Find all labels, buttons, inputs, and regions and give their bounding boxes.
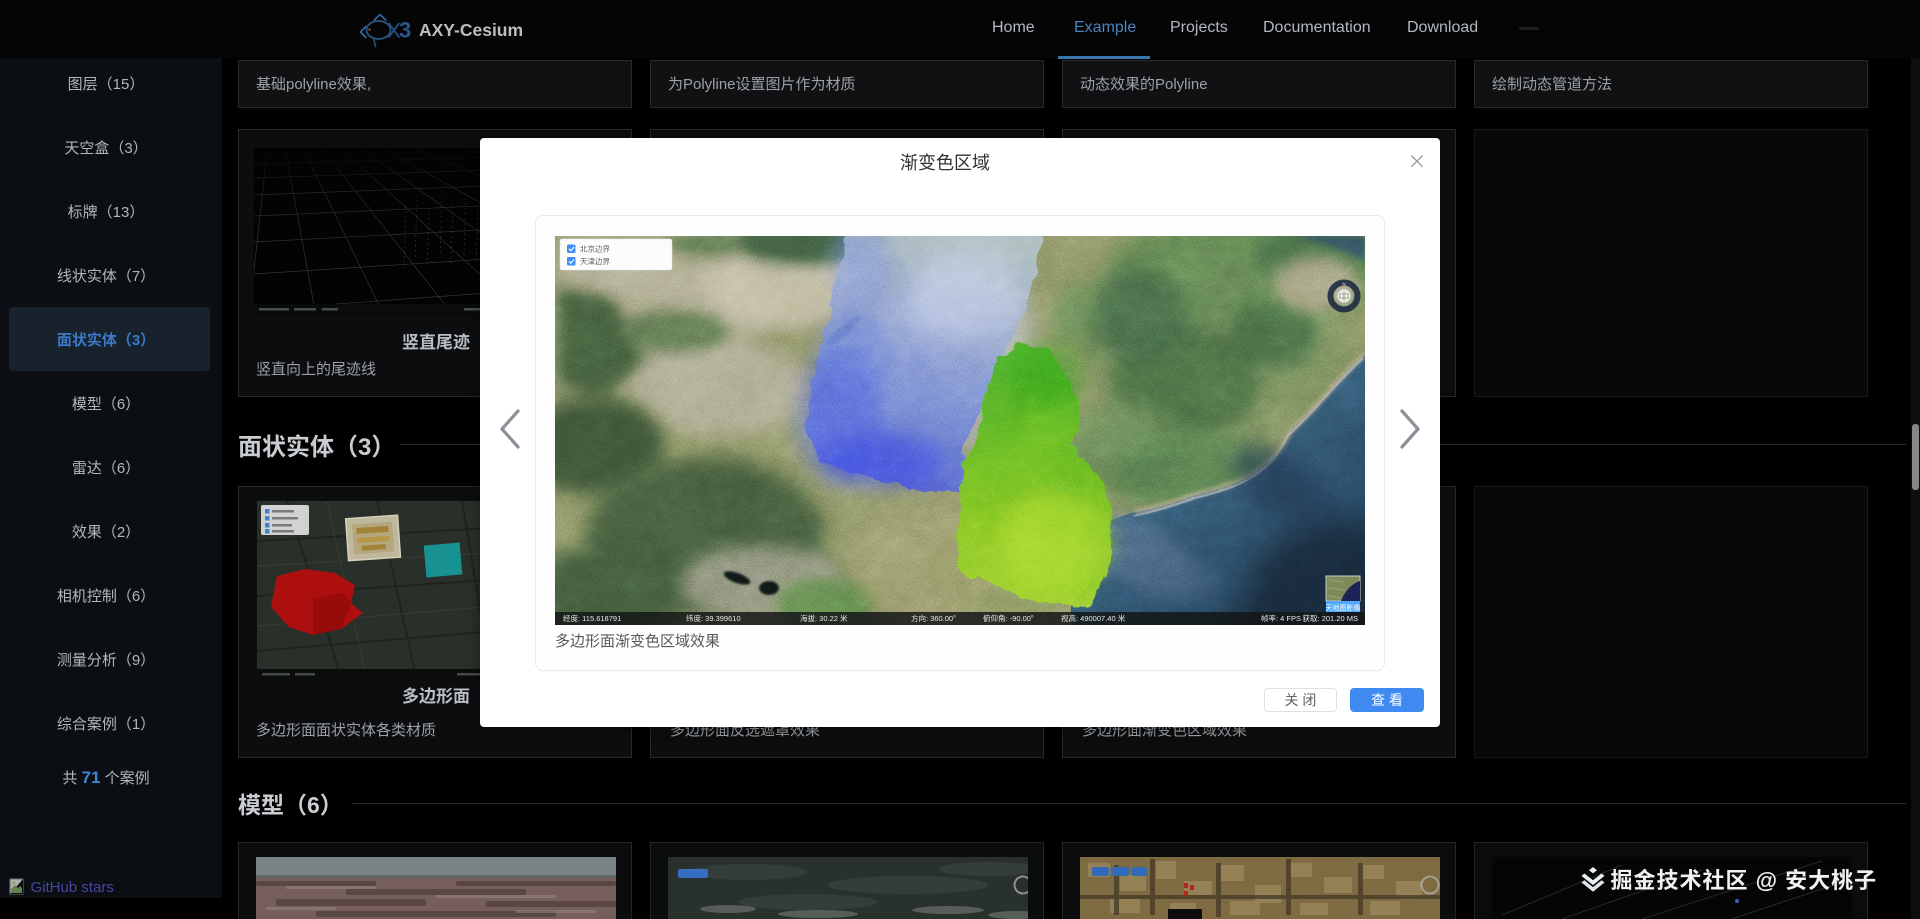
- svg-text:获取: 201.20 MS: 获取: 201.20 MS: [1303, 613, 1358, 624]
- svg-text:海拔: 30.22 米: 海拔: 30.22 米: [800, 613, 848, 624]
- svg-text:N: N: [1342, 282, 1345, 288]
- svg-text:视高: 490007.40 米: 视高: 490007.40 米: [1061, 613, 1126, 624]
- svg-text:帧率: 4 FPS: 帧率: 4 FPS: [1261, 613, 1301, 624]
- svg-text:北京边界: 北京边界: [580, 243, 610, 254]
- svg-text:纬度: 39.399610: 纬度: 39.399610: [686, 613, 741, 624]
- svg-text:经度: 115.618791: 经度: 115.618791: [563, 613, 621, 624]
- svg-text:3: 3: [399, 18, 411, 43]
- svg-text:俯仰角: -90.00°: 俯仰角: -90.00°: [983, 613, 1034, 624]
- svg-text:方向: 360.00°: 方向: 360.00°: [911, 613, 956, 624]
- svg-text:天地图影像: 天地图影像: [1326, 603, 1361, 613]
- svg-text:天津边界: 天津边界: [580, 256, 610, 267]
